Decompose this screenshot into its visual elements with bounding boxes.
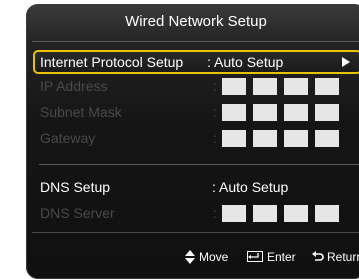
subnet-mask-label: Subnet Mask — [40, 104, 122, 120]
internet-protocol-setup-value: : Auto Setup — [207, 54, 284, 70]
footer-divider — [32, 232, 359, 233]
gateway-label: Gateway — [40, 130, 96, 146]
return-icon — [312, 250, 324, 261]
ip-address-field — [222, 78, 339, 95]
dns-server-field — [222, 205, 339, 222]
move-hint: Move — [185, 247, 228, 267]
dns-setup-label: DNS Setup — [40, 179, 111, 195]
move-icon — [185, 249, 195, 264]
ip-address-row: IP Address : — [33, 75, 359, 97]
dns-setup-row[interactable]: DNS Setup : Auto Setup — [33, 176, 359, 198]
ip-address-colon: : — [213, 78, 217, 94]
gateway-octet-4 — [315, 130, 339, 147]
gateway-field — [222, 130, 339, 147]
return-label: Return — [327, 250, 359, 264]
dialog-title: Wired Network Setup — [125, 13, 267, 30]
move-label: Move — [199, 250, 229, 264]
dns-server-octet-3 — [284, 205, 308, 222]
subnet-mask-octet-2 — [253, 104, 277, 121]
dns-server-octet-4 — [315, 205, 339, 222]
dns-server-octet-1 — [222, 205, 246, 222]
return-hint: Return — [312, 247, 359, 267]
gateway-row: Gateway : — [33, 127, 359, 149]
subnet-mask-colon: : — [213, 104, 217, 120]
right-arrow-icon[interactable] — [342, 57, 350, 67]
gateway-octet-1 — [222, 130, 246, 147]
dns-server-octet-2 — [253, 205, 277, 222]
ip-address-label: IP Address — [40, 78, 108, 94]
ip-address-octet-3 — [284, 78, 308, 95]
ip-address-octet-4 — [315, 78, 339, 95]
ip-address-octet-2 — [253, 78, 277, 95]
internet-protocol-setup-label: Internet Protocol Setup — [40, 54, 184, 70]
enter-icon — [247, 251, 263, 263]
dns-server-row: DNS Server : — [33, 202, 359, 224]
title-divider — [32, 41, 359, 42]
button-guide: Move Enter Return — [26, 247, 359, 267]
enter-hint: Enter — [247, 247, 296, 267]
subnet-mask-octet-4 — [315, 104, 339, 121]
subnet-mask-octet-3 — [284, 104, 308, 121]
dns-setup-value: : Auto Setup — [212, 179, 289, 195]
wired-network-setup-dialog: Wired Network Setup Internet Protocol Se… — [26, 4, 359, 279]
gateway-colon: : — [213, 130, 217, 146]
gateway-octet-3 — [284, 130, 308, 147]
subnet-mask-row: Subnet Mask : — [33, 101, 359, 123]
ip-address-octet-1 — [222, 78, 246, 95]
subnet-mask-field — [222, 104, 339, 121]
internet-protocol-setup-row[interactable]: Internet Protocol Setup : Auto Setup — [33, 50, 359, 74]
subnet-mask-octet-1 — [222, 104, 246, 121]
dns-server-label: DNS Server — [40, 205, 115, 221]
gateway-octet-2 — [253, 130, 277, 147]
section-divider — [39, 164, 359, 165]
dns-server-colon: : — [213, 205, 217, 221]
enter-label: Enter — [267, 250, 296, 264]
